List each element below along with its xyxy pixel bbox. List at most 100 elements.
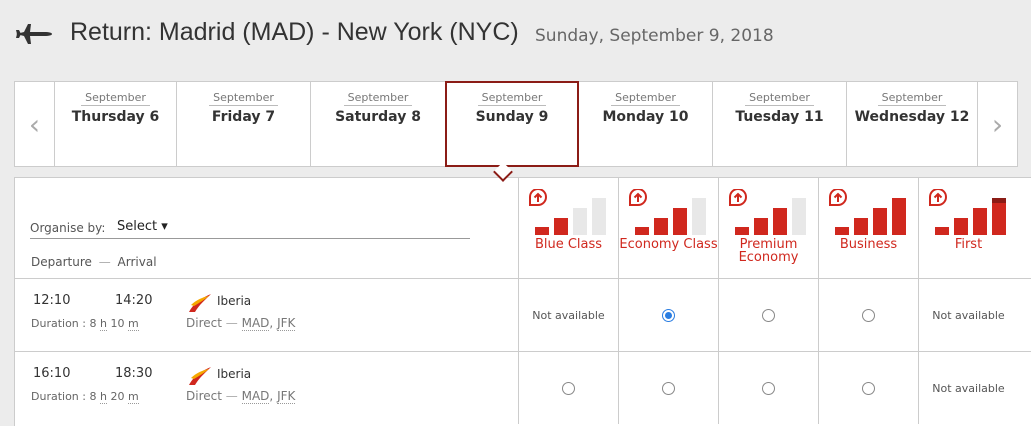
day-option[interactable]: September Saturday 8 (311, 82, 445, 166)
day-option[interactable]: September Wednesday 12 (847, 82, 977, 166)
day-month: September (877, 91, 947, 106)
fare-radio[interactable] (862, 308, 875, 322)
day-name: Sunday 9 (475, 109, 549, 125)
fare-radio-selected[interactable] (662, 308, 675, 322)
fare-level-bar (773, 208, 787, 235)
fare-level-bar (992, 198, 1006, 235)
organise-by: Organise by: Select ▾ (30, 219, 470, 239)
fare-radio[interactable] (662, 381, 675, 395)
fare-radio[interactable] (562, 381, 575, 395)
arrival-time: 18:30 (115, 366, 153, 381)
duration-label: Duration : (31, 317, 86, 330)
day-name: Friday 7 (211, 109, 276, 125)
fare-level-bar (873, 208, 887, 235)
iberia-logo-icon (189, 294, 211, 312)
flight-type: Direct (186, 316, 222, 330)
fare-cell (718, 279, 818, 351)
fare-cell (818, 352, 918, 424)
fare-level-bar (654, 218, 668, 235)
day-name: Thursday 6 (71, 109, 160, 125)
fare-cell: Not available (918, 279, 1018, 351)
duration-label: Duration : (31, 390, 86, 403)
fare-level-bar (692, 198, 706, 235)
flight-results-table: Organise by: Select ▾ Departure — Arriva… (14, 177, 1031, 426)
fare-level-bar (635, 227, 649, 235)
day-month: September (745, 91, 814, 106)
fare-level-icon (829, 189, 906, 235)
fare-radio[interactable] (762, 381, 775, 395)
selected-date: Sunday, September 9, 2018 (535, 26, 774, 46)
chevron-left-icon: ‹ (28, 107, 41, 141)
route-separator: — (225, 316, 238, 330)
day-month: September (343, 91, 413, 106)
not-available-text: Not available (932, 308, 1005, 322)
class-column-header[interactable]: First (918, 178, 1018, 278)
flight-route: Direct — MAD, JFK (186, 389, 296, 404)
class-label: Economy Class (619, 237, 718, 252)
day-name: Wednesday 12 (854, 109, 970, 125)
next-dates-button[interactable]: › (977, 82, 1017, 166)
fare-radio[interactable] (762, 308, 775, 322)
route-comma: , (269, 316, 274, 330)
airplane-icon (16, 24, 52, 44)
duration-minutes: 10 (110, 317, 125, 330)
date-selector: ‹ September Thursday 6 September Friday … (14, 81, 1018, 167)
day-option[interactable]: September Thursday 6 (55, 82, 177, 166)
fare-level-bar (554, 218, 568, 235)
page-title: Return: Madrid (MAD) - New York (NYC) (70, 18, 519, 46)
fare-level-bar (954, 218, 968, 235)
fare-level-bar (573, 208, 587, 235)
day-month: September (477, 91, 547, 106)
fare-level-top-marker (992, 198, 1006, 203)
not-available-text: Not available (932, 381, 1005, 395)
class-column-header[interactable]: Blue Class (518, 178, 618, 278)
duration-minutes: 20 (110, 390, 125, 403)
fare-level-icon (729, 189, 806, 235)
fare-level-bar (735, 227, 749, 235)
route-comma: , (269, 389, 274, 403)
chevron-right-icon: › (991, 107, 1004, 141)
origin-airport[interactable]: MAD (241, 316, 270, 331)
airline-name: Iberia (217, 367, 252, 381)
duration-hours: 8 (89, 317, 97, 330)
fare-radio[interactable] (862, 381, 875, 395)
flight-row: 12:10 14:20 Duration : 8 h 10 m Iberia Direc… (15, 278, 1031, 351)
previous-dates-button[interactable]: ‹ (15, 82, 55, 166)
origin-airport[interactable]: MAD (241, 389, 270, 404)
flight-route: Direct — MAD, JFK (186, 316, 296, 331)
fare-level-icon (529, 189, 606, 235)
fare-level-bar (835, 227, 849, 235)
fare-cell: Not available (518, 279, 618, 351)
day-option[interactable]: September Friday 7 (177, 82, 311, 166)
destination-airport[interactable]: JFK (277, 316, 296, 331)
fare-level-bar (973, 208, 987, 235)
organise-label: Organise by: (30, 221, 106, 235)
day-month: September (611, 91, 680, 106)
fare-level-icon (929, 189, 1006, 235)
iberia-logo-icon (189, 367, 211, 385)
class-label: Business (839, 237, 898, 252)
header-separator: — (98, 255, 111, 269)
day-option-selected[interactable]: September Sunday 9 (445, 81, 579, 167)
day-option[interactable]: September Tuesday 11 (713, 82, 847, 166)
not-available-text: Not available (532, 308, 605, 322)
day-option[interactable]: September Monday 10 (579, 82, 713, 166)
destination-airport[interactable]: JFK (277, 389, 296, 404)
fare-level-bar (792, 198, 806, 235)
minutes-unit: m (127, 317, 139, 331)
organise-select[interactable]: Select ▾ (117, 219, 168, 234)
fare-level-bar (754, 218, 768, 235)
day-name: Monday 10 (602, 109, 689, 125)
class-column-header[interactable]: Business (818, 178, 918, 278)
fare-cell: Not available (918, 352, 1018, 424)
table-header-controls: Organise by: Select ▾ Departure — Arriva… (15, 178, 518, 278)
fare-level-bar (892, 198, 906, 235)
class-column-header[interactable]: Economy Class (618, 178, 718, 278)
fare-level-bar (935, 227, 949, 235)
fare-level-bar (673, 208, 687, 235)
departure-arrival-header: Departure — Arrival (31, 255, 157, 269)
departure-label: Departure (31, 255, 92, 269)
fare-cell (618, 352, 718, 424)
class-column-header[interactable]: Premium Economy (718, 178, 818, 278)
flight-duration: Duration : 8 h 10 m (31, 317, 139, 331)
